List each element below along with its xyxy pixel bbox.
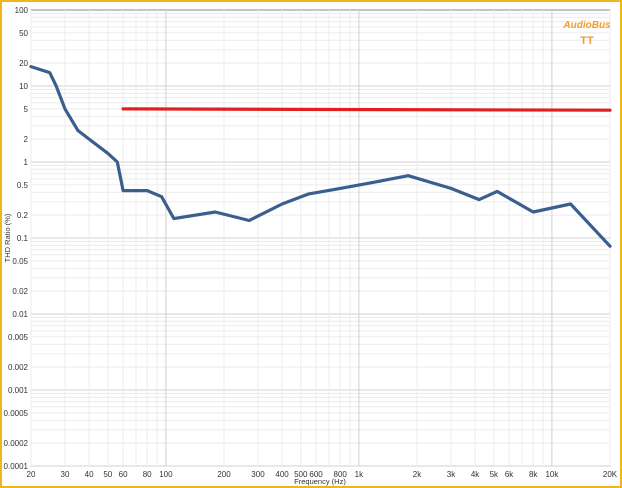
y-tick-label: 0.5: [17, 181, 29, 190]
x-tick-label: 8k: [529, 470, 538, 479]
y-tick-label: 0.005: [8, 333, 29, 342]
y-tick-label: 0.05: [12, 257, 28, 266]
x-tick-label: 80: [143, 470, 152, 479]
y-tick-label: 0.001: [8, 386, 29, 395]
x-tick-label: 20K: [603, 470, 618, 479]
x-axis-title: Frequency (Hz): [294, 477, 346, 486]
y-tick-label: 0.0001: [4, 462, 29, 471]
y-tick-label: 0.2: [17, 211, 29, 220]
y-tick-label: 100: [15, 6, 29, 15]
y-tick-label: 2: [24, 135, 29, 144]
y-tick-label: 10: [19, 82, 28, 91]
y-tick-label: 0.01: [12, 310, 28, 319]
y-tick-label: 0.02: [12, 287, 28, 296]
x-tick-label: 2k: [413, 470, 422, 479]
x-tick-label: 3k: [447, 470, 456, 479]
y-tick-label: 0.002: [8, 363, 29, 372]
x-tick-label: 40: [85, 470, 94, 479]
x-tick-label: 20: [27, 470, 36, 479]
x-tick-label: 30: [61, 470, 70, 479]
x-tick-label: 100: [159, 470, 173, 479]
x-tick-label: 400: [275, 470, 289, 479]
x-tick-label: 6k: [505, 470, 514, 479]
y-tick-label: 1: [24, 158, 29, 167]
x-tick-label: 5k: [490, 470, 499, 479]
thd-chart: 20 30 40 50 60 80 100 200 300 400 500 600 800 1k 2k 3k 4…: [3, 6, 618, 486]
y-tick-label: 50: [19, 29, 28, 38]
x-tick-label: 1k: [355, 470, 364, 479]
x-tick-label: 50: [103, 470, 112, 479]
y-tick-label: 0.0005: [4, 409, 29, 418]
x-tick-label: 10k: [545, 470, 559, 479]
x-tick-label: 4k: [471, 470, 480, 479]
series-line-2: [121, 107, 612, 112]
y-tick-label: 5: [24, 105, 29, 114]
y-tick-label: 0.1: [17, 234, 29, 243]
x-tick-label: 60: [119, 470, 128, 479]
x-tick-label: 300: [251, 470, 265, 479]
y-axis-title: THD Ratio (%): [3, 213, 12, 262]
brand-name: AudioBus: [562, 20, 611, 31]
brand-mark: TT: [580, 35, 594, 47]
x-tick-label: 200: [217, 470, 231, 479]
y-tick-label: 0.0002: [4, 439, 29, 448]
y-tick-label: 20: [19, 59, 28, 68]
